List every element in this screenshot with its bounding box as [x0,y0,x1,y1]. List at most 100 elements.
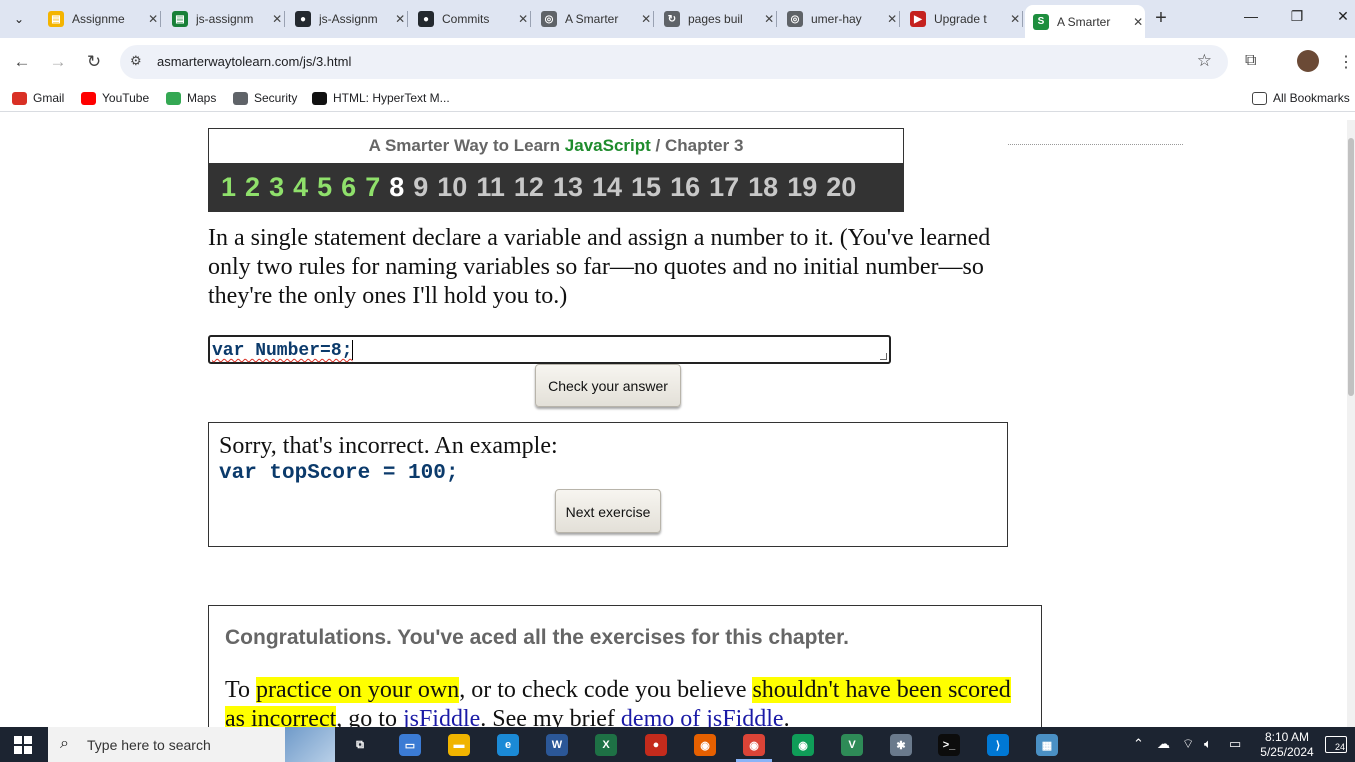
new-tab-button[interactable]: + [1150,8,1172,30]
tray-overflow-icon[interactable]: ⌃ [1133,736,1144,752]
bookmark-label: Security [254,91,298,105]
next-exercise-button[interactable]: Next exercise [555,489,661,533]
explorer-icon[interactable]: ▬ [448,734,470,756]
chrome-2-icon[interactable]: ◉ [792,734,814,756]
browser-menu-icon[interactable]: ⋮ [1338,52,1354,72]
exercise-number-link[interactable]: 20 [826,172,856,203]
exercise-number-link[interactable]: 4 [293,172,308,203]
terminal-icon[interactable]: >_ [938,734,960,756]
exercise-number-link[interactable]: 10 [437,172,467,203]
exercise-number-link[interactable]: 9 [413,172,428,203]
excel-icon[interactable]: X [595,734,617,756]
scrollbar-thumb[interactable] [1348,138,1354,396]
browser-tab[interactable]: ● js-Assignm ✕ [287,5,408,33]
answer-input[interactable]: var Number=8; [208,335,891,364]
browser-tab[interactable]: ● Commits ✕ [410,5,531,33]
task-view-icon[interactable]: ⧉ [349,734,371,756]
volume-icon[interactable]: 🔈︎ [1204,736,1212,752]
book-brand: JavaScript [564,136,651,155]
check-answer-button[interactable]: Check your answer [535,364,681,407]
address-bar[interactable]: ⚙ asmarterwaytolearn.com/js/3.html ☆ [120,45,1228,79]
page-content: A Smarter Way to Learn JavaScript / Chap… [0,120,1347,727]
close-window-icon[interactable]: ✕ [1333,8,1353,25]
tab-close-icon[interactable]: ✕ [270,12,284,26]
profile-avatar[interactable] [1297,50,1319,72]
browser-tab[interactable]: ↻ pages buil ✕ [656,5,777,33]
exercise-number-link[interactable]: 1 [221,172,236,203]
tab-close-icon[interactable]: ✕ [393,12,407,26]
bookmark-item[interactable]: Maps [166,91,216,105]
tab-separator [899,11,900,27]
network-icon[interactable]: ⌔ [1182,736,1194,752]
taskbar-search[interactable]: ⌕ Type here to search [48,727,335,762]
exercise-number-link[interactable]: 11 [476,172,505,203]
exercise-number-link[interactable]: 3 [269,172,284,203]
notification-center-icon[interactable]: 24 [1325,736,1347,753]
vim-icon[interactable]: V [841,734,863,756]
recorder-icon[interactable]: ● [645,734,667,756]
browser-tab[interactable]: ◎ umer-hay ✕ [779,5,900,33]
exercise-number-link[interactable]: 13 [553,172,583,203]
bookmark-star-icon[interactable]: ☆ [1197,51,1212,71]
vscode-icon[interactable]: ⟩ [987,734,1009,756]
jsfiddle-link[interactable]: jsFiddle [403,706,480,727]
browser-tab[interactable]: S A Smarter ✕ [1025,5,1145,38]
page-scrollbar[interactable] [1347,120,1355,727]
bookmark-item[interactable]: Gmail [12,91,64,105]
exercise-number-link[interactable]: 5 [317,172,332,203]
exercise-number-link[interactable]: 18 [748,172,778,203]
jsfiddle-demo-link[interactable]: demo of jsFiddle [621,706,784,727]
tab-close-icon[interactable]: ✕ [1131,15,1145,29]
chrome-icon[interactable]: ◉ [743,734,765,756]
tab-close-icon[interactable]: ✕ [639,12,653,26]
exercise-number-link[interactable]: 7 [365,172,380,203]
tab-close-icon[interactable]: ✕ [762,12,776,26]
bookmark-item[interactable]: HTML: HyperText M... [312,91,450,105]
url-text[interactable]: asmarterwaytolearn.com/js/3.html [157,54,351,69]
exercise-number-link[interactable]: 16 [670,172,700,203]
notepad-icon[interactable]: ▦ [1036,734,1058,756]
browser-tab[interactable]: ◎ A Smarter ✕ [533,5,654,33]
battery-icon[interactable]: ▭ [1229,736,1241,752]
congrats-box: Congratulations. You've aced all the exe… [208,605,1042,727]
exercise-number-link[interactable]: 19 [787,172,817,203]
file-manager-icon[interactable]: ▭ [399,734,421,756]
all-bookmarks[interactable]: All Bookmarks [1252,91,1350,105]
bookmark-favicon-icon [312,91,327,105]
search-icon: ⌕ [60,735,69,752]
tab-separator [1022,11,1023,27]
taskbar-clock[interactable]: 8:10 AM 5/25/2024 [1252,730,1322,760]
exercise-number-link[interactable]: 15 [631,172,661,203]
tab-close-icon[interactable]: ✕ [1008,12,1022,26]
windows-start-icon[interactable] [14,736,32,754]
reload-icon[interactable]: ↻ [84,52,104,72]
tab-close-icon[interactable]: ✕ [146,12,160,26]
exercise-number-link[interactable]: 6 [341,172,356,203]
tab-close-icon[interactable]: ✕ [516,12,530,26]
tab-favicon-icon: ▤ [172,11,188,27]
bookmark-item[interactable]: YouTube [81,91,149,105]
edge-icon[interactable]: e [497,734,519,756]
onedrive-icon[interactable]: ☁ [1157,736,1170,752]
restore-icon[interactable]: ❐ [1287,8,1307,25]
bug-tool-icon[interactable]: ✱ [890,734,912,756]
exercise-number-link[interactable]: 2 [245,172,260,203]
exercise-number-link[interactable]: 12 [514,172,544,203]
browser-tab[interactable]: ▤ Assignme ✕ [40,5,161,33]
site-info-icon[interactable]: ⚙ [130,53,142,69]
back-icon[interactable]: ← [12,52,32,72]
word-icon[interactable]: W [546,734,568,756]
firefox-icon[interactable]: ◉ [694,734,716,756]
exercise-number-link[interactable]: 14 [592,172,622,203]
exercise-number-link[interactable]: 8 [389,172,404,203]
tab-search-chevron-icon[interactable]: ⌄ [6,6,32,32]
resize-handle-icon[interactable] [880,353,887,360]
forward-icon[interactable]: → [48,52,68,72]
extensions-icon[interactable]: ⧉ [1245,52,1256,70]
browser-tab[interactable]: ▶ Upgrade t ✕ [902,5,1023,33]
browser-tab[interactable]: ▤ js-assignm ✕ [164,5,285,33]
exercise-number-link[interactable]: 17 [709,172,739,203]
minimize-icon[interactable]: — [1241,8,1261,24]
tab-close-icon[interactable]: ✕ [885,12,899,26]
bookmark-item[interactable]: Security [233,91,297,105]
